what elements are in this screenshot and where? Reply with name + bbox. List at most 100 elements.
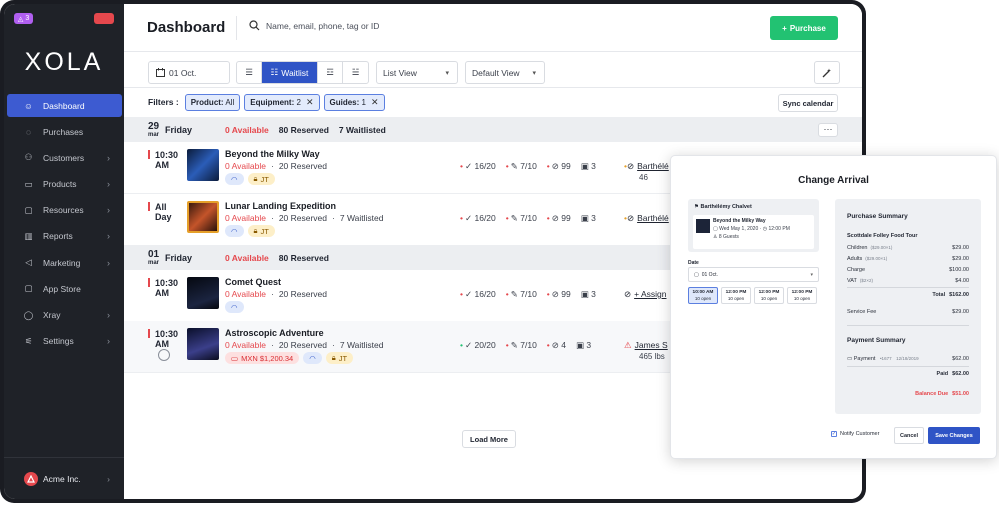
summary-title: Purchase Summary <box>847 213 908 220</box>
purchase-button[interactable]: + Purchase <box>770 16 838 40</box>
day-header: 29 mar Friday 0 Available 80 Reserved 7 … <box>124 117 862 142</box>
notification-badge-red[interactable]: ⚠ 3 <box>93 13 114 24</box>
checklist-toggle[interactable]: ☱ <box>343 62 368 83</box>
total-label: Total <box>932 292 946 298</box>
day-weekday: Friday <box>165 252 193 263</box>
event-waitlisted: 7 Waitlisted <box>339 213 384 223</box>
sidebar-item-purchases[interactable]: ◌ Purchases <box>7 120 122 143</box>
check-icon: ✓ <box>464 161 473 171</box>
initials-tag: 🔒︎ JT <box>247 225 275 237</box>
time-slot[interactable]: 12:00 PM 10 open <box>721 287 751 304</box>
magic-wand-button[interactable] <box>814 61 840 84</box>
sidebar-item-app-store[interactable]: ▢ App Store <box>7 277 122 300</box>
event-thumbnail <box>187 149 219 181</box>
event-metrics: • ✓ 16/20 • ✎ 7/10 • ⊘ 99 ▣ 3 <box>460 213 596 223</box>
date-picker[interactable]: 01 Oct. <box>148 61 230 84</box>
day-stats: 0 Available 80 Reserved <box>225 253 329 263</box>
equipment-value: 7/10 <box>520 340 537 350</box>
event-reserved: 20 Reserved <box>278 213 328 223</box>
filter-chip[interactable]: Equipment: 2 ✕ <box>244 93 320 111</box>
guide-detail: 46 <box>639 173 648 182</box>
xola-logo[interactable]: XOLA <box>4 48 124 77</box>
event-title[interactable]: Lunar Landing Expedition <box>225 201 336 211</box>
lock-icon: 🔒︎ <box>253 174 258 183</box>
initials-tag: 🔒︎ JT <box>325 352 354 364</box>
guide-detail: 465 lbs <box>639 352 665 361</box>
sidebar-item-settings[interactable]: ⚟ Settings › <box>7 330 122 353</box>
list-view-value: List View <box>383 67 417 78</box>
filter-key: Product: <box>190 97 224 107</box>
guest-count: 8 Guests <box>718 234 739 240</box>
equipment-value: 7/10 <box>520 289 537 299</box>
filter-value: All <box>225 97 235 107</box>
filter-list-toggle[interactable]: ☲ <box>318 62 343 83</box>
wifi-icon: ◠ <box>309 353 316 363</box>
change-arrival-modal: Change Arrival ⚑ Barthélémy Chalvet Beyo… <box>670 155 997 459</box>
search-bar[interactable]: Name, email, phone, tag or ID <box>249 20 379 31</box>
guide-assignment[interactable]: ⊘ + Assign <box>624 289 667 300</box>
notify-customer-checkbox[interactable]: ✓ Notify Customer <box>831 431 879 437</box>
sidebar-item-products[interactable]: ▭ Products › <box>7 173 122 196</box>
close-icon[interactable]: ✕ <box>306 97 314 108</box>
sidebar-item-label: Customers <box>43 152 85 163</box>
search-input[interactable]: Name, email, phone, tag or ID <box>266 21 379 31</box>
load-more-button[interactable]: Load More <box>462 430 516 448</box>
event-tags: ◠ 🔒︎ JT <box>225 225 275 237</box>
event-date: Wed May 1, 2020 <box>719 226 759 232</box>
chevron-right-icon: › <box>107 231 110 242</box>
day-month: mar <box>148 259 160 266</box>
sidebar-item-xray[interactable]: ◯ Xray › <box>7 304 122 327</box>
user-icon: ♙ <box>713 234 718 240</box>
day-available: 0 Available <box>225 252 269 263</box>
waitlist-label: Waitlist <box>281 67 309 78</box>
filter-chip[interactable]: Guides: 1 ✕ <box>323 93 385 111</box>
list-view-select[interactable]: List View ▾ <box>376 61 458 84</box>
wifi-icon: ◠ <box>231 174 238 184</box>
fee-label: Service Fee <box>847 309 877 315</box>
notification-badge-purple[interactable]: ◬ 3 <box>14 13 34 24</box>
event-time: 10:30 AM <box>148 278 178 298</box>
sidebar-item-dashboard[interactable]: ☺ Dashboard <box>7 94 122 117</box>
reports-icon: ▥ <box>24 230 33 241</box>
guide-assignment[interactable]: •⊘ Barthélé <box>624 161 669 172</box>
time-slot[interactable]: 12:00 PM 10 open <box>787 287 817 304</box>
day-reserved: 80 Reserved <box>278 252 329 263</box>
waitlist-toggle[interactable]: ☷ Waitlist <box>262 62 318 83</box>
event-title[interactable]: Beyond the Milky Way <box>225 149 320 159</box>
sidebar-item-marketing[interactable]: ◁ Marketing › <box>7 251 122 274</box>
guide-assignment[interactable]: ⚠ James S <box>624 340 668 351</box>
time-period: AM <box>155 339 169 350</box>
guide-assignment[interactable]: •⊘ Barthélé <box>624 213 669 224</box>
day-date: 29 mar <box>148 121 159 138</box>
check-icon: ✓ <box>464 340 473 350</box>
event-available: 0 Available <box>225 161 266 171</box>
date-select[interactable]: ▢ 01 Oct. ▾ <box>688 267 819 282</box>
customers-icon: ⚇ <box>24 152 33 163</box>
time-slot[interactable]: 10:00 AM 10 open <box>688 287 718 304</box>
chevron-down-icon: ▾ <box>532 69 536 77</box>
chevron-right-icon: › <box>107 179 110 190</box>
sync-calendar-button[interactable]: Sync calendar <box>778 94 838 112</box>
payment-row: ▭ Payment •1677 12/18/2019 $62.00 <box>847 356 969 362</box>
capacity-value: 16/20 <box>474 213 496 223</box>
sidebar-item-resources[interactable]: ▢ Resources › <box>7 199 122 222</box>
save-changes-button[interactable]: Save Changes <box>928 427 980 444</box>
close-icon[interactable]: ✕ <box>371 97 379 108</box>
plus-icon: + <box>782 23 787 33</box>
search-icon <box>249 20 260 31</box>
filter-chip[interactable]: Product: All <box>184 93 241 111</box>
event-title[interactable]: Astroscopic Adventure <box>225 328 324 338</box>
edit-icon: ✎ <box>510 289 518 299</box>
capacity-value: 16/20 <box>474 161 496 171</box>
account-switcher[interactable]: Acme Inc. › <box>4 457 124 499</box>
event-title[interactable]: Comet Quest <box>225 277 281 287</box>
time-slot[interactable]: 12:00 PM 10 open <box>754 287 784 304</box>
cancel-button[interactable]: Cancel <box>894 427 924 444</box>
sidebar-item-reports[interactable]: ▥ Reports › <box>7 225 122 248</box>
default-view-select[interactable]: Default View ▾ <box>465 61 545 84</box>
sidebar-item-customers[interactable]: ⚇ Customers › <box>7 146 122 169</box>
badge-count: 3 <box>106 15 110 22</box>
more-options-button[interactable]: ··· <box>818 122 838 137</box>
event-tags: ◠ <box>225 301 244 313</box>
list-check-toggle[interactable]: ☰ <box>237 62 262 83</box>
